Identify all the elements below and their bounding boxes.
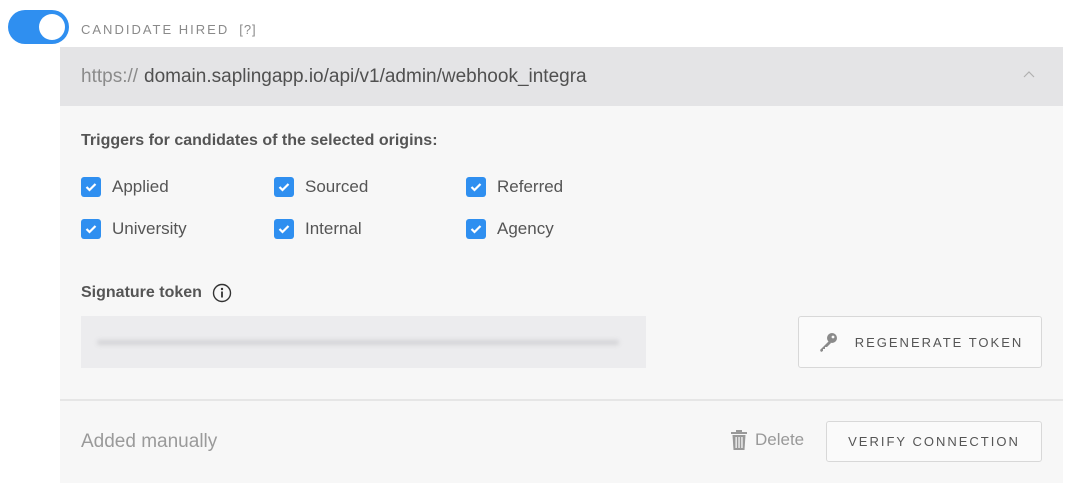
- url-bar[interactable]: https:// domain.saplingapp.io/api/v1/adm…: [60, 47, 1063, 106]
- url-host-path: domain.saplingapp.io/api/v1/admin/webhoo…: [144, 65, 587, 87]
- signature-token-text: Signature token: [81, 284, 202, 301]
- checkbox-label: Internal: [305, 219, 362, 238]
- checkbox-label: University: [112, 219, 187, 238]
- checkbox-applied[interactable]: Applied: [81, 177, 169, 197]
- regenerate-token-button[interactable]: REGENERATE TOKEN: [798, 316, 1042, 368]
- check-icon[interactable]: [466, 177, 486, 197]
- verify-connection-button[interactable]: VERIFY CONNECTION: [826, 421, 1042, 462]
- section-title-text: CANDIDATE HIRED: [81, 22, 230, 37]
- delete-button[interactable]: Delete: [731, 430, 804, 450]
- signature-token-field[interactable]: [81, 316, 646, 368]
- checkbox-agency[interactable]: Agency: [466, 219, 554, 239]
- checkbox-label: Agency: [497, 219, 554, 238]
- section-title: CANDIDATE HIRED [?]: [81, 22, 257, 37]
- delete-label: Delete: [755, 430, 805, 449]
- check-icon[interactable]: [466, 219, 486, 239]
- info-icon[interactable]: [212, 283, 232, 303]
- key-icon: [819, 333, 837, 352]
- verify-connection-label: VERIFY CONNECTION: [848, 434, 1020, 449]
- checkbox-label: Applied: [112, 177, 169, 196]
- url-protocol: https://: [81, 65, 139, 87]
- check-icon[interactable]: [274, 177, 294, 197]
- webhook-enabled-toggle[interactable]: [8, 10, 69, 44]
- help-link[interactable]: [?]: [239, 22, 256, 37]
- regenerate-token-label: REGENERATE TOKEN: [854, 334, 1024, 350]
- webhook-card: https:// domain.saplingapp.io/api/v1/adm…: [60, 47, 1063, 483]
- signature-token-label: Signature token: [81, 283, 232, 303]
- source-label: Added manually: [81, 431, 218, 452]
- check-icon[interactable]: [274, 219, 294, 239]
- checkbox-label: Referred: [497, 177, 564, 196]
- check-icon[interactable]: [81, 219, 101, 239]
- blurred-token-value: [97, 340, 619, 345]
- divider: [60, 399, 1063, 401]
- checkbox-referred[interactable]: Referred: [466, 177, 563, 197]
- check-icon[interactable]: [81, 177, 101, 197]
- checkbox-internal[interactable]: Internal: [274, 219, 362, 239]
- checkbox-university[interactable]: University: [81, 219, 187, 239]
- checkbox-label: Sourced: [305, 177, 369, 196]
- chevron-up-icon[interactable]: [1023, 68, 1035, 80]
- triggers-label: Triggers for candidates of the selected …: [81, 132, 438, 149]
- trash-icon: [731, 430, 747, 450]
- toggle-knob: [39, 14, 65, 40]
- checkbox-sourced[interactable]: Sourced: [274, 177, 368, 197]
